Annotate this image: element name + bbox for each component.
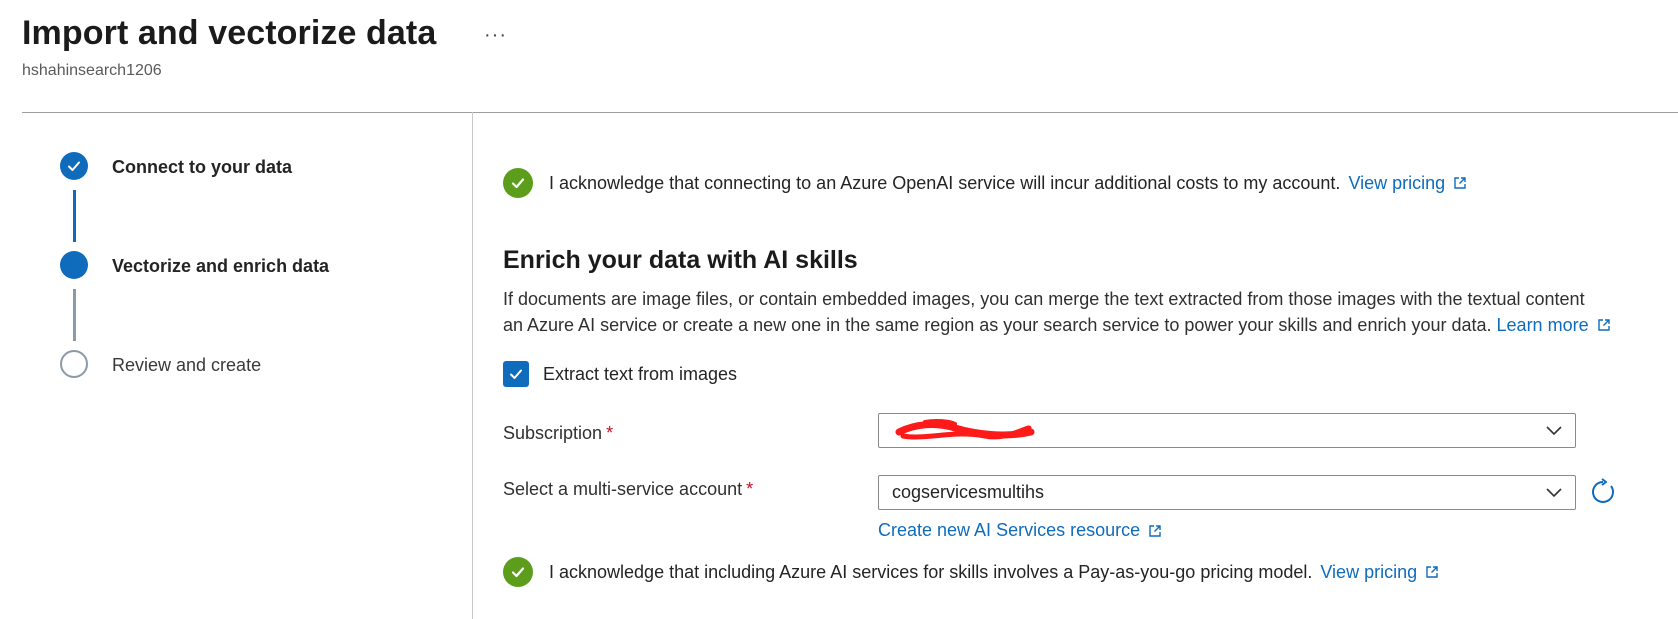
subscription-dropdown[interactable] xyxy=(878,413,1576,448)
subscription-label-text: Subscription xyxy=(503,423,603,443)
description-text: an Azure AI service or create a new one … xyxy=(503,315,1492,335)
view-pricing-link[interactable]: View pricing xyxy=(1320,562,1439,583)
description-line: If documents are image files, or contain… xyxy=(503,289,1585,309)
multi-service-account-dropdown[interactable]: cogservicesmultihs xyxy=(878,475,1576,510)
step-connect-data[interactable]: Connect to your data xyxy=(112,157,292,178)
account-value: cogservicesmultihs xyxy=(892,482,1045,502)
account-label-text: Select a multi-service account xyxy=(503,479,743,499)
step-current-indicator xyxy=(60,251,88,279)
openai-ack-text: I acknowledge that connecting to an Azur… xyxy=(549,172,1341,193)
extract-text-checkbox[interactable] xyxy=(503,361,529,387)
more-options-button[interactable]: ··· xyxy=(484,24,507,47)
ai-ack-text: I acknowledge that including Azure AI se… xyxy=(549,561,1313,582)
extract-text-option: Extract text from images xyxy=(503,361,737,387)
view-pricing-link-label[interactable]: View pricing xyxy=(1348,173,1445,194)
success-check-icon xyxy=(503,168,533,198)
required-marker: * xyxy=(746,479,754,499)
step-pending-indicator xyxy=(60,350,88,378)
description-line: an Azure AI service or create a new one … xyxy=(503,312,1678,338)
checkmark-icon xyxy=(68,161,80,171)
view-pricing-link-label[interactable]: View pricing xyxy=(1320,562,1417,583)
create-ai-services-label[interactable]: Create new AI Services resource xyxy=(878,520,1140,541)
ai-services-cost-acknowledgement: I acknowledge that including Azure AI se… xyxy=(503,557,1439,587)
step-done-indicator xyxy=(60,152,88,180)
subscription-label: Subscription * xyxy=(503,423,613,444)
redaction-mark xyxy=(895,418,1035,440)
learn-more-label[interactable]: Learn more xyxy=(1497,312,1589,338)
openai-cost-acknowledgement: I acknowledge that connecting to an Azur… xyxy=(503,168,1467,198)
external-link-icon xyxy=(1454,177,1466,189)
required-marker: * xyxy=(606,423,614,443)
page-subtitle: hshahinsearch1206 xyxy=(22,62,162,79)
section-heading: Enrich your data with AI skills xyxy=(503,246,858,274)
step-connector xyxy=(73,190,76,242)
learn-more-link[interactable]: Learn more xyxy=(1497,312,1611,338)
external-link-icon xyxy=(1597,319,1610,331)
step-review-create[interactable]: Review and create xyxy=(112,355,261,376)
step-vectorize-enrich[interactable]: Vectorize and enrich data xyxy=(112,256,329,277)
step-connector xyxy=(73,289,76,341)
create-ai-services-link[interactable]: Create new AI Services resource xyxy=(878,520,1162,541)
success-check-icon xyxy=(503,557,533,587)
wizard-divider xyxy=(472,112,473,619)
section-description: If documents are image files, or contain… xyxy=(503,286,1678,338)
extract-text-label[interactable]: Extract text from images xyxy=(543,364,737,385)
chevron-down-icon xyxy=(1546,426,1562,436)
header-divider xyxy=(22,112,1678,113)
chevron-down-icon xyxy=(1546,488,1562,498)
view-pricing-link[interactable]: View pricing xyxy=(1348,173,1467,194)
external-link-icon xyxy=(1149,524,1161,537)
external-link-icon xyxy=(1426,566,1438,578)
page-title: Import and vectorize data xyxy=(22,14,437,52)
checkmark-icon xyxy=(510,369,522,379)
refresh-icon[interactable] xyxy=(1589,478,1617,506)
account-label: Select a multi-service account * xyxy=(503,479,753,500)
